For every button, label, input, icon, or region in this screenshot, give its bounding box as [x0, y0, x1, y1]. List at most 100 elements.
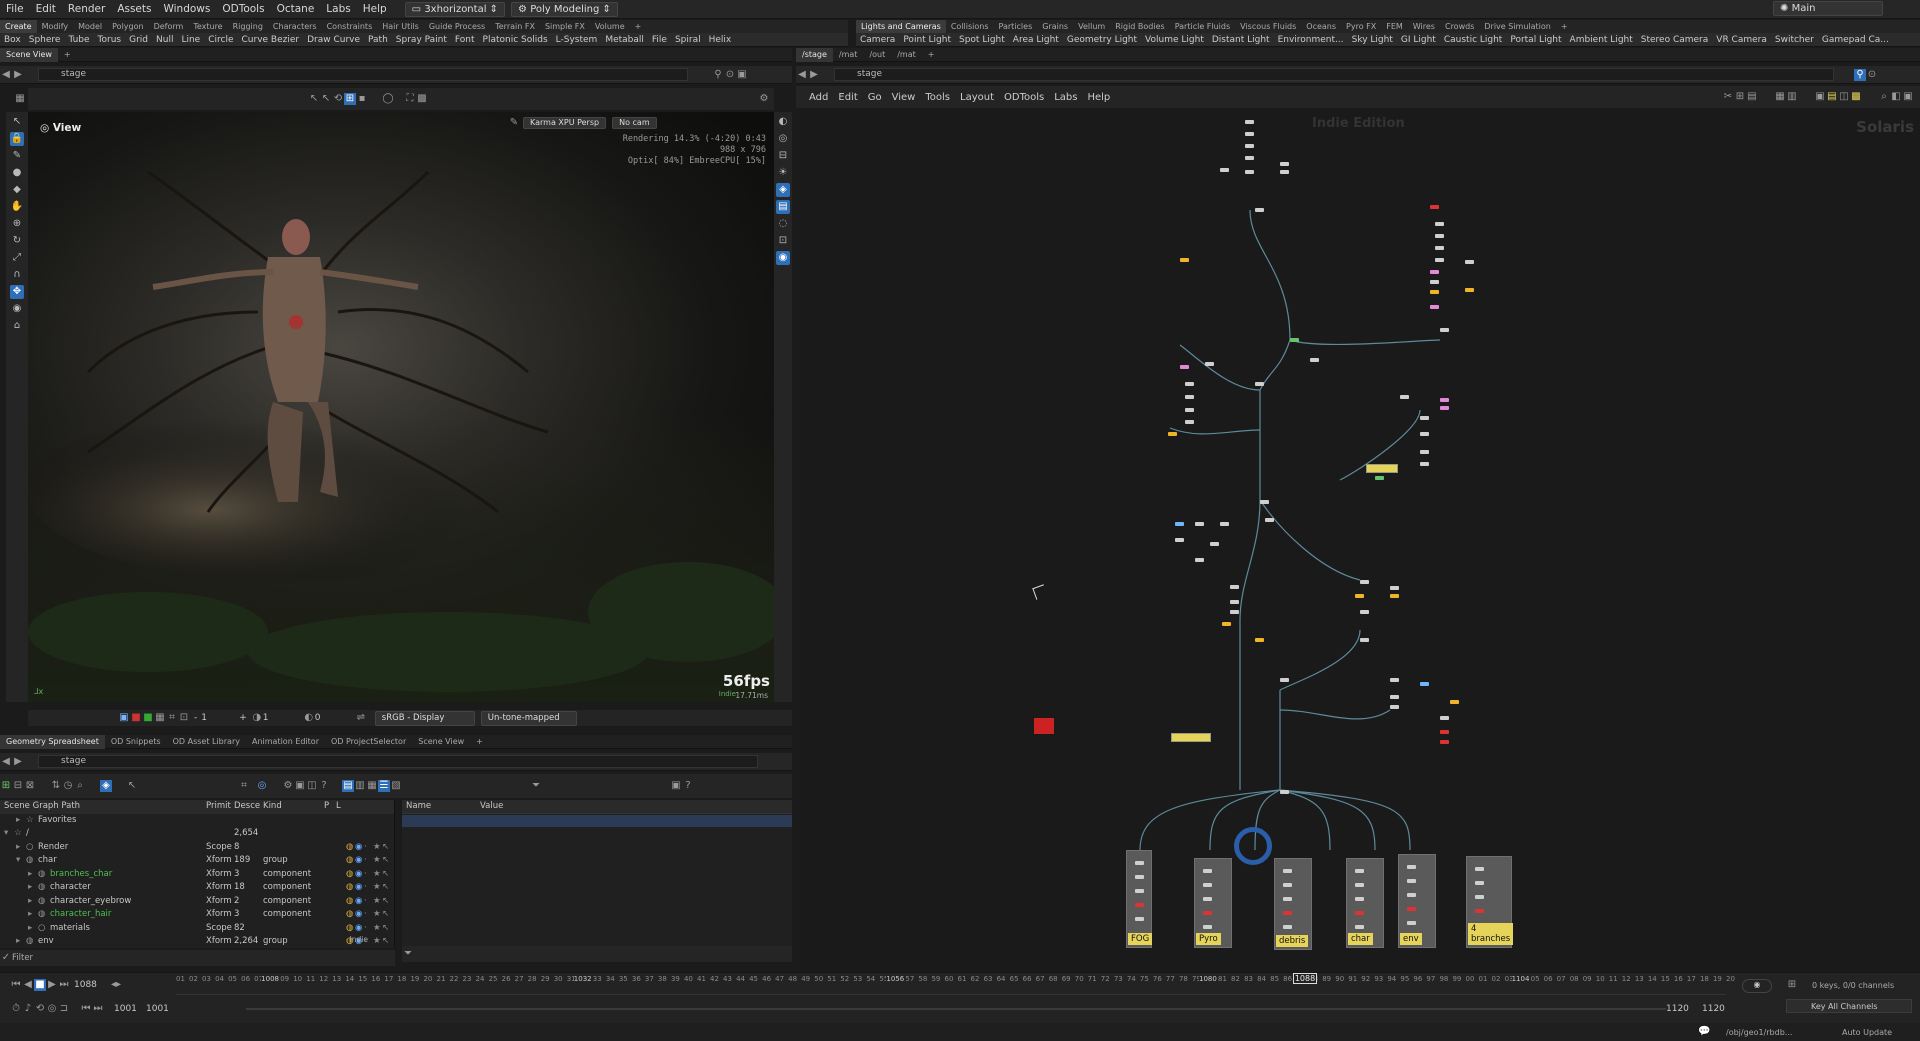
- network-node[interactable]: [1430, 205, 1439, 209]
- tree-icon[interactable]: ⊞: [0, 780, 12, 792]
- light-icon[interactable]: ☀: [776, 166, 790, 180]
- net-back-icon[interactable]: ◀: [796, 69, 808, 81]
- shelf-tab-drive-simulation[interactable]: Drive Simulation: [1479, 20, 1555, 33]
- view-rows-icon[interactable]: ☰: [378, 780, 390, 792]
- table-row[interactable]: ▸ ○ materials Scope 82 ◍ ◉ · ★ ↖: [0, 922, 394, 936]
- network-node[interactable]: [1230, 610, 1239, 614]
- shelf-tool-spray-paint[interactable]: Spray Paint: [392, 33, 451, 47]
- shelf-tool-caustic-light[interactable]: Caustic Light: [1440, 33, 1507, 47]
- shelf-tab-particles[interactable]: Particles: [994, 20, 1038, 33]
- value-field-1[interactable]: 1: [201, 713, 235, 723]
- network-node[interactable]: [1283, 869, 1292, 873]
- shelf-tool-null[interactable]: Null: [152, 33, 177, 47]
- camera-lock-icon[interactable]: ⛶: [404, 93, 416, 105]
- current-frame-marker[interactable]: 1088: [1293, 973, 1317, 984]
- prim-flag-icon[interactable]: ★: [373, 854, 381, 868]
- network-node[interactable]: [1203, 897, 1212, 901]
- ghost-icon[interactable]: ◌: [776, 217, 790, 231]
- network-node[interactable]: [1185, 395, 1194, 399]
- shelf-tool-platonic-solids[interactable]: Platonic Solids: [479, 33, 552, 47]
- net-tab-0[interactable]: /stage: [796, 47, 833, 62]
- loop-icon[interactable]: ⟲: [332, 93, 344, 105]
- shelf-tool-file[interactable]: File: [648, 33, 671, 47]
- network-node[interactable]: [1168, 432, 1177, 436]
- shelf-tab-model[interactable]: Model: [73, 20, 107, 33]
- realtime-icon[interactable]: ⏱: [10, 1003, 22, 1015]
- jump-end-icon[interactable]: ⏭: [58, 979, 70, 991]
- network-node[interactable]: [1390, 586, 1399, 590]
- network-node[interactable]: [1420, 682, 1429, 686]
- table-row[interactable]: ▾ ◍ char Xform 189 group ◍ ◉ · ★ ↖: [0, 854, 394, 868]
- scissor-icon[interactable]: ⌗: [238, 780, 250, 792]
- renderer-dropdown[interactable]: Karma XPU Persp: [523, 117, 607, 129]
- shelf-tab-crowds[interactable]: Crowds: [1440, 20, 1479, 33]
- prim-flag-icon[interactable]: ↖: [382, 908, 389, 922]
- table-row[interactable]: ▸ ◍ env Xform 2,264 group ◍ ◉ · ★ ↖: [0, 935, 394, 949]
- network-node[interactable]: [1390, 695, 1399, 699]
- square-icon[interactable]: ▪: [356, 93, 368, 105]
- shelf-tool-circle[interactable]: Circle: [204, 33, 237, 47]
- net-note-icon[interactable]: ▣: [1814, 91, 1826, 103]
- yellow-sticky-note[interactable]: [1171, 733, 1211, 742]
- shelf-tool-distant-light[interactable]: Distant Light: [1208, 33, 1274, 47]
- properties-selected-row[interactable]: [402, 814, 792, 827]
- network-box-4-branches[interactable]: 4 branches: [1466, 856, 1514, 948]
- network-path-field[interactable]: stage: [834, 68, 1834, 81]
- pencil-icon[interactable]: ✎: [508, 117, 520, 129]
- prim-flag-icon[interactable]: ·: [364, 868, 367, 882]
- link-icon[interactable]: ⊙: [724, 69, 736, 81]
- gamma-icon[interactable]: ◐: [303, 712, 315, 724]
- layer-icon[interactable]: ◈: [100, 780, 112, 792]
- key-icon[interactable]: ⊞: [1786, 979, 1798, 991]
- network-node[interactable]: [1360, 610, 1369, 614]
- network-node[interactable]: [1407, 907, 1416, 911]
- shelf-tab-texture[interactable]: Texture: [188, 20, 227, 33]
- net-sticky-icon[interactable]: ▤: [1826, 91, 1838, 103]
- back2-icon[interactable]: ◀: [0, 756, 12, 768]
- shelf-tool-l-system[interactable]: L-System: [552, 33, 602, 47]
- scene-path-field[interactable]: stage: [38, 68, 688, 81]
- tab-scene-view[interactable]: Scene View: [412, 735, 470, 749]
- net-help-icon[interactable]: ▣: [1902, 91, 1914, 103]
- shelf-tool-point-light[interactable]: Point Light: [899, 33, 955, 47]
- shelf-tab-guide-process[interactable]: Guide Process: [424, 20, 490, 33]
- network-node[interactable]: [1280, 790, 1289, 794]
- network-node[interactable]: [1135, 861, 1144, 865]
- tab-geometry-spreadsheet[interactable]: Geometry Spreadsheet: [0, 734, 105, 749]
- network-node[interactable]: [1420, 462, 1429, 466]
- net-flag-icon[interactable]: ◫: [1838, 91, 1850, 103]
- camera3-icon[interactable]: ▣: [670, 780, 682, 792]
- network-node[interactable]: [1475, 895, 1484, 899]
- prim-flag-icon[interactable]: ◉: [355, 841, 362, 855]
- network-node[interactable]: [1475, 867, 1484, 871]
- net-grid-icon[interactable]: ▦: [1774, 91, 1786, 103]
- shelf-tool-environment-[interactable]: Environment...: [1274, 33, 1348, 47]
- network-node[interactable]: [1355, 925, 1364, 929]
- lock-cam-icon[interactable]: ⊟: [776, 149, 790, 163]
- prim-flag-icon[interactable]: ◉: [355, 922, 362, 936]
- shelf-tab-grains[interactable]: Grains: [1037, 20, 1073, 33]
- settings-gear-icon[interactable]: ⚙: [758, 93, 770, 105]
- net-menu-view[interactable]: View: [887, 92, 921, 103]
- back-icon[interactable]: ◀: [0, 69, 12, 81]
- net-palette-icon[interactable]: ▩: [1850, 91, 1862, 103]
- prim-flag-icon[interactable]: ◍: [346, 868, 353, 882]
- forward-icon[interactable]: ▶: [12, 69, 24, 81]
- tree-expand-icon[interactable]: ▸: [16, 814, 20, 828]
- network-node[interactable]: [1360, 580, 1369, 584]
- shelf-tab-constraints[interactable]: Constraints: [322, 20, 378, 33]
- auto-update-button[interactable]: Auto Update: [1842, 1028, 1892, 1037]
- shelf-tab-hair-utils[interactable]: Hair Utils: [377, 20, 424, 33]
- shading-icon[interactable]: ◈: [776, 183, 790, 197]
- prim-flag-icon[interactable]: ◍: [346, 854, 353, 868]
- play-forward-icon[interactable]: ▶: [46, 979, 58, 991]
- prim-flag-icon[interactable]: ·: [364, 922, 367, 936]
- ghost-prim-icon[interactable]: ⊠: [24, 780, 36, 792]
- net-pin-icon[interactable]: ⚲: [1854, 68, 1866, 81]
- network-node[interactable]: [1390, 678, 1399, 682]
- spreadsheet-path-field[interactable]: stage: [38, 755, 758, 768]
- network-node[interactable]: [1283, 911, 1292, 915]
- network-node[interactable]: [1180, 365, 1189, 369]
- network-node[interactable]: [1435, 234, 1444, 238]
- network-node[interactable]: [1195, 558, 1204, 562]
